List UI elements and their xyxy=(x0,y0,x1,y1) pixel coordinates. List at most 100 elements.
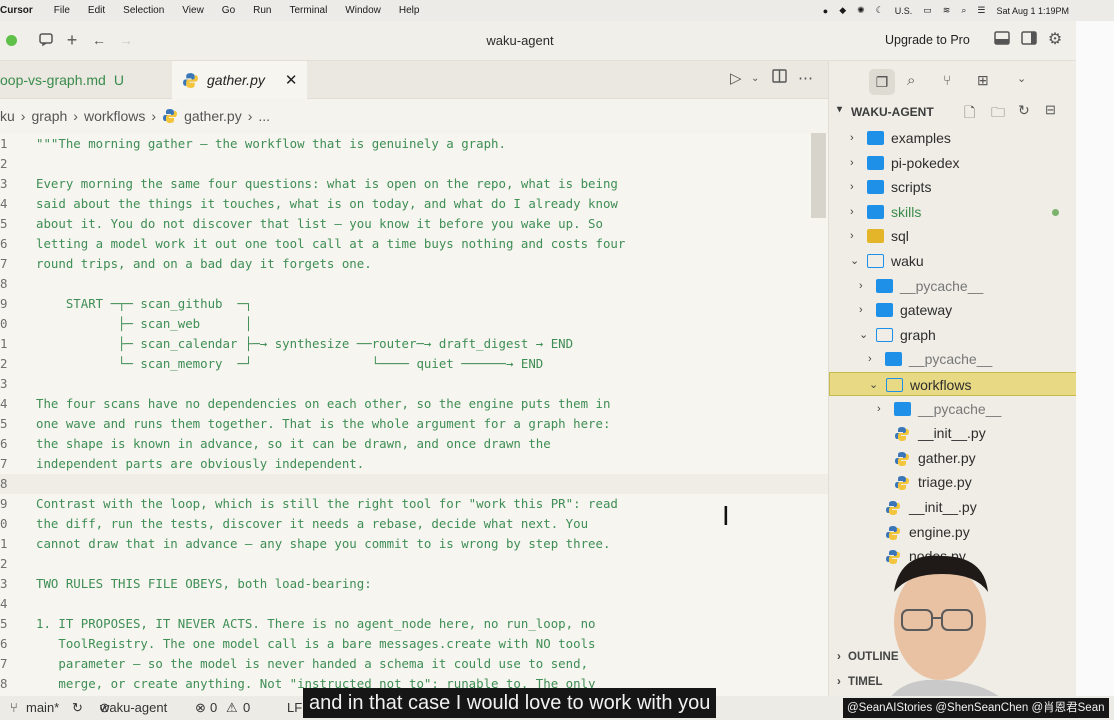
code-line[interactable]: 2 xyxy=(0,554,828,574)
code-line[interactable]: 4 xyxy=(0,594,828,614)
code-line[interactable]: 6 ToolRegistry. The one model call is a … xyxy=(0,634,828,654)
new-file-icon[interactable]: 🗋 xyxy=(964,102,975,126)
eol-indicator[interactable]: LF xyxy=(287,700,302,715)
menu-view[interactable]: View xyxy=(173,5,213,16)
branch-name[interactable]: main* xyxy=(26,700,59,715)
code-line[interactable]: 7 parameter — so the model is never hand… xyxy=(0,654,828,674)
new-folder-icon[interactable]: 🗀 xyxy=(991,102,1005,126)
files-icon[interactable]: ❐ xyxy=(869,69,895,95)
shield-icon[interactable]: ◆ xyxy=(839,5,846,16)
toggle-panel-icon[interactable] xyxy=(993,31,1011,49)
code-line[interactable]: 1 cannot draw that in advance — any shape… xyxy=(0,534,828,554)
code-line[interactable]: 7 independent parts are obviously indepen… xyxy=(0,454,828,474)
app-menu[interactable]: Cursor xyxy=(0,5,45,16)
search-icon[interactable]: ⌕ xyxy=(907,72,915,89)
breadcrumb-segment[interactable]: ku xyxy=(0,108,15,124)
code-line[interactable]: 8 xyxy=(0,274,828,294)
extensions-icon[interactable]: ⊞ xyxy=(977,72,989,89)
chevron-right-icon[interactable]: › xyxy=(868,347,872,371)
breadcrumb-segment[interactable]: graph xyxy=(31,108,67,124)
chevron-down-icon[interactable]: ⌄ xyxy=(859,323,868,347)
code-line[interactable]: 2 xyxy=(0,154,828,174)
menu-terminal[interactable]: Terminal xyxy=(281,5,337,16)
code-editor[interactable]: 1 """The morning gather — the workflow th… xyxy=(0,133,828,700)
code-line[interactable]: 1 """The morning gather — the workflow th… xyxy=(0,134,828,154)
project-label[interactable]: waku-agent xyxy=(100,700,167,715)
breadcrumb-segment[interactable]: gather.py xyxy=(184,108,242,124)
wifi-icon[interactable]: ≋ xyxy=(943,5,951,16)
plus-icon[interactable]: + xyxy=(63,31,81,49)
close-tab-icon[interactable]: ✕ xyxy=(285,71,298,89)
code-line[interactable]: 1 ├─ scan_calendar ├─→ synthesize ──rout… xyxy=(0,334,828,354)
tree-folder-item[interactable]: ⌄ workflows xyxy=(829,372,1077,396)
warning-count[interactable]: 0 xyxy=(243,700,250,715)
back-arrow-icon[interactable]: ← xyxy=(90,31,108,49)
tree-file-item[interactable]: gather.py xyxy=(829,446,1077,470)
menu-selection[interactable]: Selection xyxy=(114,5,173,16)
settings-gear-icon[interactable]: ⚙ xyxy=(1046,31,1064,49)
code-line[interactable]: 4 The four scans have no dependencies on … xyxy=(0,394,828,414)
explorer-header[interactable]: ▾ WAKU-AGENT 🗋 🗀 ↻ ⊟ xyxy=(829,102,1077,122)
code-line[interactable]: 3 Every morning the same four questions: … xyxy=(0,174,828,194)
code-line[interactable]: 0 ├─ scan_web │ xyxy=(0,314,828,334)
branch-icon[interactable]: ⑂ xyxy=(10,700,18,715)
breadcrumb-segment[interactable]: workflows xyxy=(84,108,145,124)
source-control-icon[interactable]: ⑂ xyxy=(943,72,951,88)
chat-icon[interactable] xyxy=(37,31,55,49)
code-line[interactable]: 2 └─ scan_memory ─┘ └──── quiet ──────→ … xyxy=(0,354,828,374)
breadcrumb-segment[interactable]: ... xyxy=(258,108,270,124)
traffic-light-icon[interactable] xyxy=(6,35,17,46)
tab-gather-py[interactable]: gather.py ✕ xyxy=(172,61,307,99)
sun-icon[interactable]: ✺ xyxy=(857,5,865,16)
control-center-icon[interactable]: ☰ xyxy=(977,5,985,16)
chevron-right-icon[interactable]: › xyxy=(859,298,863,322)
tree-folder-item[interactable]: › sql xyxy=(829,224,1077,248)
refresh-icon[interactable]: ↻ xyxy=(1018,102,1030,119)
battery-icon[interactable]: ▭ xyxy=(923,5,932,16)
menu-run[interactable]: Run xyxy=(244,5,280,16)
code-line[interactable]: 7 round trips, and on a bad day it forget… xyxy=(0,254,828,274)
chevron-right-icon[interactable]: › xyxy=(850,151,854,175)
moon-icon[interactable]: ☾ xyxy=(876,5,884,16)
tree-folder-item[interactable]: › __pycache__ xyxy=(829,274,1077,298)
code-line[interactable]: 5 one wave and runs them together. That i… xyxy=(0,414,828,434)
editor-scrollbar[interactable] xyxy=(811,133,826,218)
tree-folder-item[interactable]: › scripts xyxy=(829,175,1077,199)
chevron-down-icon[interactable]: ⌄ xyxy=(850,249,859,273)
search-icon[interactable]: ⌕ xyxy=(961,5,966,16)
code-line[interactable]: 3 TWO RULES THIS FILE OBEYS, both load-be… xyxy=(0,574,828,594)
tree-file-item[interactable]: __init__.py xyxy=(829,421,1077,445)
run-icon[interactable]: ▷ xyxy=(730,69,742,87)
tree-folder-item[interactable]: ⌄ waku xyxy=(829,249,1077,273)
timeline-section[interactable]: › TIMEL xyxy=(837,676,883,688)
error-icon[interactable]: ⊗ xyxy=(195,700,206,716)
chevron-down-icon[interactable]: ⌄ xyxy=(751,73,759,84)
split-editor-icon[interactable] xyxy=(772,69,787,87)
toggle-sidebar-icon[interactable] xyxy=(1020,31,1038,49)
tree-folder-item[interactable]: › __pycache__ xyxy=(829,397,1077,421)
sync-icon[interactable]: ↻ xyxy=(72,700,83,716)
code-line[interactable]: 8 xyxy=(0,474,828,494)
code-line[interactable]: 0 the diff, run the tests, discover it ne… xyxy=(0,514,828,534)
tree-file-item[interactable]: __init__.py xyxy=(829,495,1077,519)
menu-go[interactable]: Go xyxy=(213,5,244,16)
code-line[interactable]: 6 letting a model work it out one tool ca… xyxy=(0,234,828,254)
chevron-right-icon[interactable]: › xyxy=(850,175,854,199)
tree-folder-item[interactable]: ⌄ graph xyxy=(829,323,1077,347)
warning-icon[interactable]: ⚠ xyxy=(226,700,238,716)
chevron-down-icon[interactable]: ⌄ xyxy=(869,373,878,397)
code-line[interactable]: 9 START ─┬─ scan_github ─┐ xyxy=(0,294,828,314)
tree-folder-item[interactable]: › examples xyxy=(829,126,1077,150)
upgrade-button[interactable]: Upgrade to Pro xyxy=(885,33,970,47)
tree-folder-item[interactable]: › __pycache__ xyxy=(829,347,1077,371)
code-line[interactable]: 5 about it. You do not discover that list… xyxy=(0,214,828,234)
input-source[interactable]: U.S. xyxy=(895,6,913,16)
menu-file[interactable]: File xyxy=(45,5,79,16)
menu-edit[interactable]: Edit xyxy=(79,5,114,16)
chevron-right-icon[interactable]: › xyxy=(850,126,854,150)
tree-folder-item[interactable]: › gateway xyxy=(829,298,1077,322)
chevron-right-icon[interactable]: › xyxy=(859,274,863,298)
menu-help[interactable]: Help xyxy=(390,5,429,16)
tree-file-item[interactable]: engine.py xyxy=(829,520,1077,544)
code-line[interactable]: 6 the shape is known in advance, so it ca… xyxy=(0,434,828,454)
